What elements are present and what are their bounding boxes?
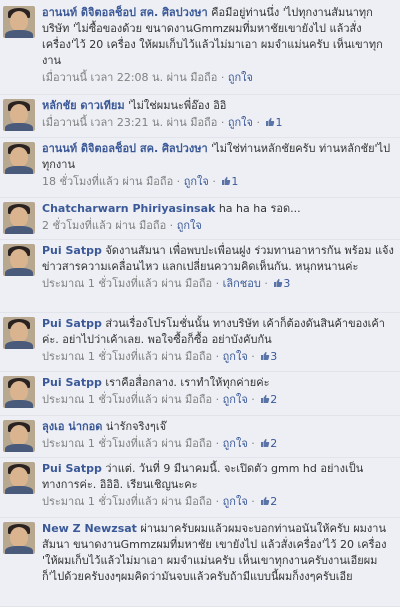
avatar[interactable] [3,376,35,408]
comment-text: 'ไม่ใช่ผมนะพี่อ๊อง อิอิ [124,99,227,112]
comment-item: Pui Satpp เราคือสื่อกลาง. เราทำให้ทุกค่า… [0,372,400,416]
meta-separator: · [212,277,223,290]
comment-item: Pui Satpp ส่วนเรื่องโปรโมชั่นนั้น ทางบริ… [0,313,400,372]
thumbs-up-icon[interactable] [273,278,283,288]
avatar[interactable] [3,522,35,554]
thumbs-up-icon[interactable] [260,351,270,361]
meta-separator: · [208,175,220,188]
comment-author-link[interactable]: Pui Satpp [42,376,102,389]
comment-author-link[interactable]: Chatcharwarn Phiriyasinsak [42,202,215,215]
meta-separator: · [212,437,223,450]
comment-timestamp: ประมาณ 1 ชั่วโมงที่แล้ว ผ่าน มือถือ [42,437,213,450]
comment-text: เราคือสื่อกลาง. เราทำให้ทุกค่ายค่ะ [101,376,270,389]
like-count[interactable]: 1 [231,175,238,188]
meta-separator: · [247,437,259,450]
thumbs-up-icon[interactable] [260,394,270,404]
like-count[interactable]: 3 [270,350,277,363]
unlike-button[interactable]: เลิกชอบ [223,277,261,290]
comment-meta: เมื่อวานนี้ เวลา 22:08 น. ผ่าน มือถือ · … [42,70,394,86]
avatar[interactable] [3,202,35,234]
comment-timestamp: 2 ชั่วโมงที่แล้ว ผ่าน มือถือ [42,219,167,232]
thumbs-up-icon[interactable] [260,438,270,448]
comment-item: อานนท์ ดิจิตอลช็อป สค. ศิลปวงษา 'ไม่ใช่ท… [0,138,400,198]
comment-author-link[interactable]: Pui Satpp [42,244,102,257]
comment-timestamp: เมื่อวานนี้ เวลา 22:08 น. ผ่าน มือถือ [42,71,218,84]
like-button[interactable]: ถูกใจ [223,350,248,363]
thumbs-up-icon[interactable] [265,117,275,127]
comment-timestamp: 18 ชั่วโมงที่แล้ว ผ่าน มือถือ [42,175,174,188]
like-button[interactable]: ถูกใจ [228,116,253,129]
avatar[interactable] [3,462,35,494]
comment-text: ha ha ha รอด... [215,202,301,215]
like-button[interactable]: ถูกใจ [223,393,248,406]
like-count[interactable]: 3 [283,277,290,290]
meta-separator: · [247,495,259,508]
avatar[interactable] [3,244,35,276]
like-button[interactable]: ถูกใจ [177,219,202,232]
comment-meta: ประมาณ 1 ชั่วโมงที่แล้ว ผ่าน มือถือ · เล… [42,276,394,292]
meta-separator: · [260,277,272,290]
comment-timestamp: ประมาณ 1 ชั่วโมงที่แล้ว ผ่าน มือถือ [42,350,213,363]
like-button[interactable]: ถูกใจ [228,71,253,84]
meta-separator: · [247,393,259,406]
comment-text: น่ารักจริงๆเจ๊ [102,420,167,433]
comment-meta: 2 ชั่วโมงที่แล้ว ผ่าน มือถือ · ถูกใจ [42,218,394,234]
avatar[interactable] [3,420,35,452]
avatar[interactable] [3,142,35,174]
comment-timestamp: ประมาณ 1 ชั่วโมงที่แล้ว ผ่าน มือถือ [42,495,213,508]
comment-timestamp: ประมาณ 1 ชั่วโมงที่แล้ว ผ่าน มือถือ [42,277,213,290]
comment-author-link[interactable]: Pui Satpp [42,462,102,475]
comment-item: Chatcharwarn Phiriyasinsak ha ha ha รอด.… [0,198,400,240]
like-button[interactable]: ถูกใจ [223,437,248,450]
meta-separator: · [166,219,177,232]
like-count[interactable]: 2 [270,393,277,406]
meta-separator: · [212,350,223,363]
comment-item: Pui Satpp จัดงานสัมนา เพื่อพบปะเพื่อนฝูง… [0,240,400,313]
meta-separator: · [217,116,228,129]
comment-timestamp: เมื่อวานนี้ เวลา 23:21 น. ผ่าน มือถือ [42,116,218,129]
avatar[interactable] [3,317,35,349]
comment-author-link[interactable]: Pui Satpp [42,317,102,330]
thumbs-up-icon[interactable] [260,496,270,506]
comment-author-link[interactable]: อานนท์ ดิจิตอลช็อป สค. ศิลปวงษา [42,142,208,155]
comment-author-link[interactable]: New Z Newzsat [42,522,137,535]
meta-separator: · [212,495,223,508]
meta-separator: · [217,71,228,84]
like-count[interactable]: 2 [270,495,277,508]
comment-meta: ประมาณ 1 ชั่วโมงที่แล้ว ผ่าน มือถือ · ถู… [42,349,394,365]
meta-separator: · [173,175,184,188]
comment-author-link[interactable]: ลุงเอ น่ากอด [42,420,102,433]
thumbs-up-icon[interactable] [221,176,231,186]
comment-item: New Z Newzsat ผ่านมาครับผมแล้วผมจะบอกท่า… [0,518,400,607]
comment-item: Pui Satpp ว่าแต่. วันที่ 9 มีนาคมนี้. จะ… [0,458,400,518]
meta-separator: · [247,350,259,363]
comment-item: ลุงเอ น่ากอด น่ารักจริงๆเจ๊ประมาณ 1 ชั่ว… [0,416,400,458]
like-count[interactable]: 1 [275,116,282,129]
like-button[interactable]: ถูกใจ [184,175,209,188]
comment-author-link[interactable]: หลักชัย ดาวเทียม [42,99,125,112]
comment-item: อานนท์ ดิจิตอลช็อป สค. ศิลปวงษา คือมีอยู… [0,2,400,95]
meta-separator: · [252,116,264,129]
comment-timestamp: ประมาณ 1 ชั่วโมงที่แล้ว ผ่าน มือถือ [42,393,213,406]
comment-author-link[interactable]: อานนท์ ดิจิตอลช็อป สค. ศิลปวงษา [42,6,208,19]
comment-item: หลักชัย ดาวเทียม 'ไม่ใช่ผมนะพี่อ๊อง อิอิ… [0,95,400,138]
comment-meta: ประมาณ 1 ชั่วโมงที่แล้ว ผ่าน มือถือ · ถู… [42,392,394,408]
avatar[interactable] [3,99,35,131]
comment-meta: ประมาณ 1 ชั่วโมงที่แล้ว ผ่าน มือถือ · ถู… [42,494,394,510]
comment-meta: เมื่อวานนี้ เวลา 23:21 น. ผ่าน มือถือ · … [42,115,394,131]
comment-meta: 18 ชั่วโมงที่แล้ว ผ่าน มือถือ · ถูกใจ · … [42,174,394,190]
like-button[interactable]: ถูกใจ [223,495,248,508]
meta-separator: · [212,393,223,406]
like-count[interactable]: 2 [270,437,277,450]
comment-meta: ประมาณ 1 ชั่วโมงที่แล้ว ผ่าน มือถือ · ถู… [42,436,394,452]
avatar[interactable] [3,6,35,38]
